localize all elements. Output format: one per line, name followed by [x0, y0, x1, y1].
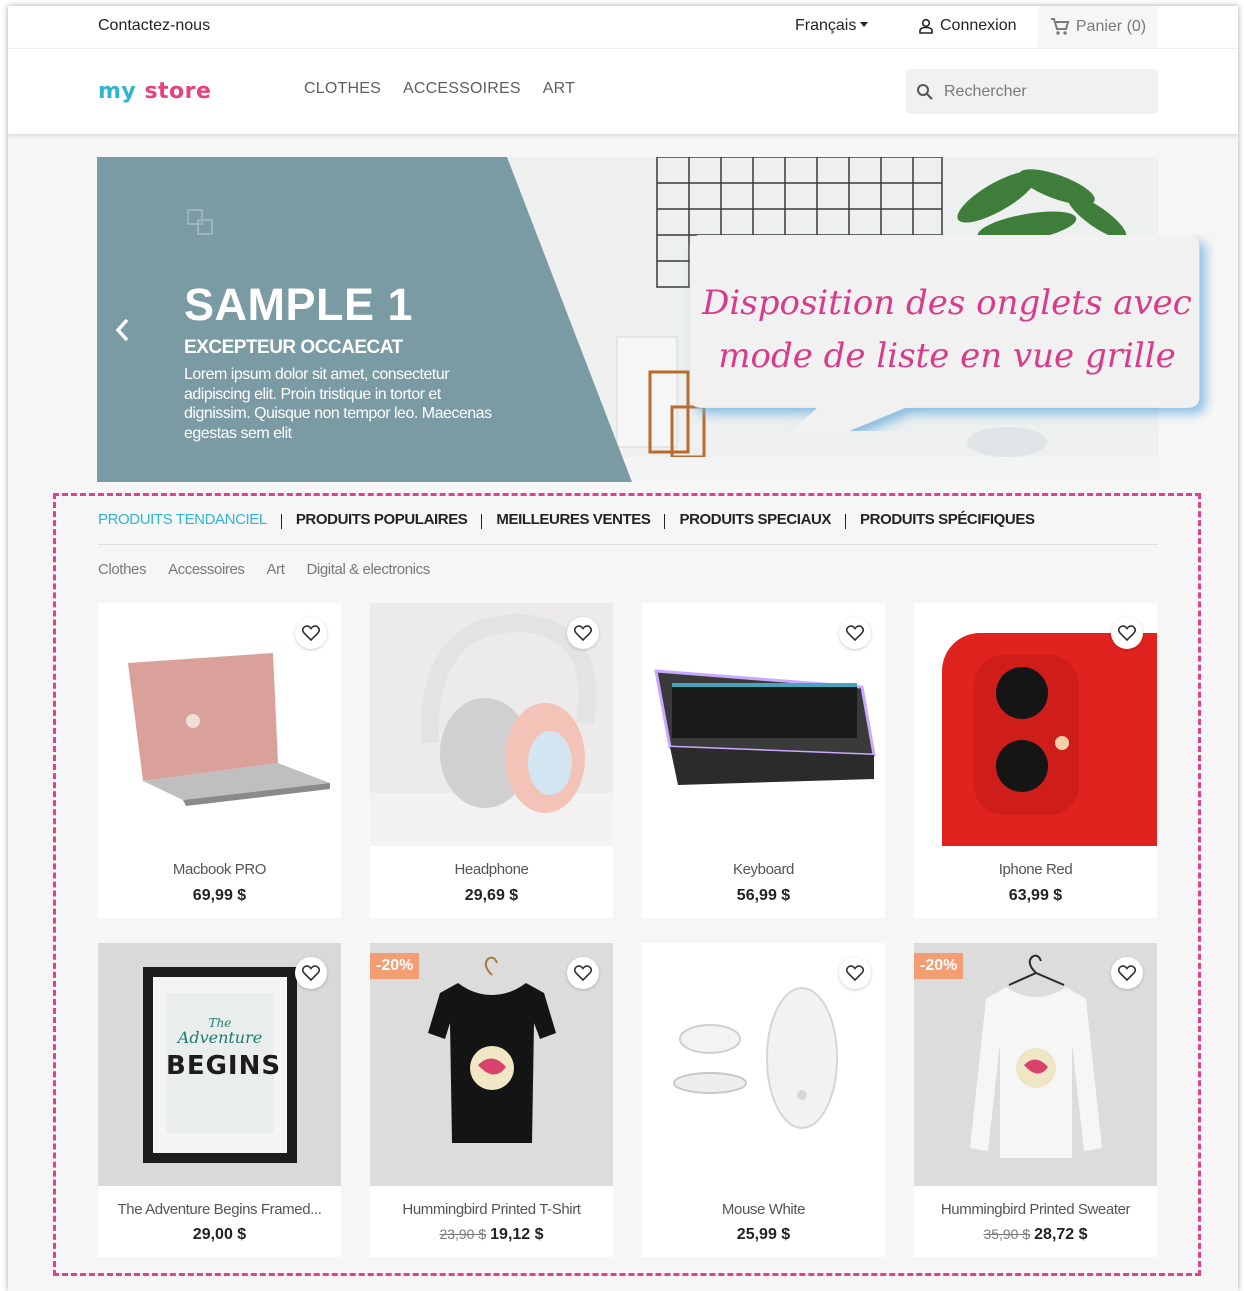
search-input[interactable]	[944, 82, 1134, 101]
product-name[interactable]: Hummingbird Printed T-Shirt	[370, 1201, 613, 1218]
tab-produits-speciaux[interactable]: PRODUITS SPECIAUX	[679, 511, 831, 528]
product-tabs: PRODUITS TENDANCIEL PRODUITS POPULAIRES …	[98, 511, 1158, 545]
subtab-art[interactable]: Art	[267, 561, 285, 578]
product-old-price: 35,90 $	[983, 1226, 1031, 1242]
wishlist-heart-icon[interactable]	[839, 617, 871, 649]
login-label: Connexion	[940, 17, 1017, 34]
product-card[interactable]: Mouse White 25,99 $	[642, 943, 885, 1257]
product-card[interactable]: Headphone 29,69 $	[370, 603, 613, 918]
tab-produits-tendanciel[interactable]: PRODUITS TENDANCIEL	[98, 511, 267, 528]
discount-badge: -20%	[370, 953, 420, 979]
poster-line-3: BEGINS	[166, 1051, 282, 1081]
product-price: 29,69 $	[464, 887, 519, 904]
wishlist-heart-icon[interactable]	[567, 957, 599, 989]
product-old-price: 23,90 $	[439, 1226, 487, 1242]
slide-description: Lorem ipsum dolor sit amet, consectetur …	[184, 366, 492, 442]
cart-label: Panier (0)	[1075, 18, 1147, 35]
logo-my: my	[98, 79, 137, 104]
product-name[interactable]: The Adventure Begins Framed...	[98, 1201, 341, 1218]
discount-badge: -20%	[914, 953, 964, 979]
wishlist-heart-icon[interactable]	[1111, 617, 1143, 649]
slide-subtitle: EXCEPTEUR OCCAECAT	[184, 337, 403, 358]
logo-store: store	[144, 79, 212, 104]
poster-text: The Adventure BEGINS	[166, 1017, 282, 1085]
caret-down-icon	[860, 22, 869, 27]
subtab-clothes[interactable]: Clothes	[98, 561, 146, 578]
slider-prev-arrow-icon[interactable]	[113, 315, 133, 345]
wishlist-heart-icon[interactable]	[839, 957, 871, 989]
product-card[interactable]: -20% Hummingbird Printed Sweater 35,90 $…	[914, 943, 1157, 1257]
product-name[interactable]: Iphone Red	[914, 861, 1157, 878]
language-selector[interactable]: Français	[795, 17, 869, 35]
menu-item-accessoires[interactable]: ACCESSOIRES	[403, 80, 521, 98]
subtab-accessoires[interactable]: Accessoires	[168, 561, 245, 578]
contact-link[interactable]: Contactez-nous	[98, 17, 210, 35]
wishlist-heart-icon[interactable]	[567, 617, 599, 649]
product-card[interactable]: Keyboard 56,99 $	[642, 603, 885, 918]
store-logo[interactable]: my store	[98, 79, 211, 104]
product-name[interactable]: Macbook PRO	[98, 861, 341, 878]
annotation-callout: Disposition des onglets avec mode de lis…	[680, 235, 1214, 431]
menu-item-art[interactable]: ART	[543, 80, 575, 98]
search-icon[interactable]	[916, 83, 934, 101]
main-nav: my store CLOTHES ACCESSOIRES ART	[8, 48, 1238, 134]
callout-line-2: mode de liste en vue grille	[718, 336, 1176, 376]
slide-title: SAMPLE 1	[184, 279, 414, 330]
tab-produits-specifiques[interactable]: PRODUITS SPÉCIFIQUES	[860, 511, 1035, 528]
product-name[interactable]: Hummingbird Printed Sweater	[914, 1201, 1157, 1218]
login-link[interactable]: Connexion	[918, 17, 1017, 35]
wishlist-heart-icon[interactable]	[295, 957, 327, 989]
product-card[interactable]: Macbook PRO 69,99 $	[98, 603, 341, 918]
product-price: 35,90 $28,72 $	[914, 1226, 1157, 1244]
product-sale-price: 28,72 $	[1034, 1226, 1088, 1243]
product-name[interactable]: Keyboard	[642, 861, 885, 878]
poster-line-2: Adventure	[177, 1028, 263, 1047]
subtab-digital-electronics[interactable]: Digital & electronics	[307, 561, 431, 578]
menu-item-clothes[interactable]: CLOTHES	[304, 80, 381, 98]
tab-separator	[664, 514, 666, 529]
product-card[interactable]: The Adventure BEGINS The Adventure Begin…	[98, 943, 341, 1257]
product-name[interactable]: Mouse White	[642, 1201, 885, 1218]
product-price: 25,99 $	[736, 1226, 791, 1243]
tab-separator	[845, 514, 847, 529]
product-card[interactable]: Iphone Red 63,99 $	[914, 603, 1157, 918]
wishlist-heart-icon[interactable]	[295, 617, 327, 649]
product-price: 63,99 $	[1008, 887, 1063, 904]
tab-separator	[481, 514, 483, 529]
user-icon	[919, 18, 933, 34]
product-price: 23,90 $19,12 $	[370, 1226, 613, 1244]
tab-produits-populaires[interactable]: PRODUITS POPULAIRES	[296, 511, 468, 528]
product-card[interactable]: -20% Hummingbird Printed T-Shirt 23,90 $…	[370, 943, 613, 1257]
wishlist-heart-icon[interactable]	[1111, 957, 1143, 989]
browser-page: Contactez-nous Français Connexion Panier…	[8, 6, 1238, 1291]
callout-line-1: Disposition des onglets avec	[702, 283, 1192, 323]
product-name[interactable]: Headphone	[370, 861, 613, 878]
product-price: 29,00 $	[192, 1226, 247, 1243]
category-subtabs: Clothes Accessoires Art Digital & electr…	[98, 561, 430, 578]
cart-icon	[1050, 18, 1070, 35]
cart-button[interactable]: Panier (0)	[1038, 6, 1158, 48]
product-price: 69,99 $	[192, 887, 247, 904]
category-menu: CLOTHES ACCESSOIRES ART	[304, 80, 575, 98]
callout-text: Disposition des onglets avec mode de lis…	[680, 277, 1214, 383]
top-bar: Contactez-nous Français Connexion Panier…	[8, 6, 1238, 48]
tab-meilleures-ventes[interactable]: MEILLEURES VENTES	[496, 511, 650, 528]
product-price: 56,99 $	[736, 887, 791, 904]
search-box	[906, 69, 1158, 114]
tab-separator	[280, 514, 282, 529]
product-sale-price: 19,12 $	[490, 1226, 544, 1243]
language-label: Français	[795, 17, 857, 34]
